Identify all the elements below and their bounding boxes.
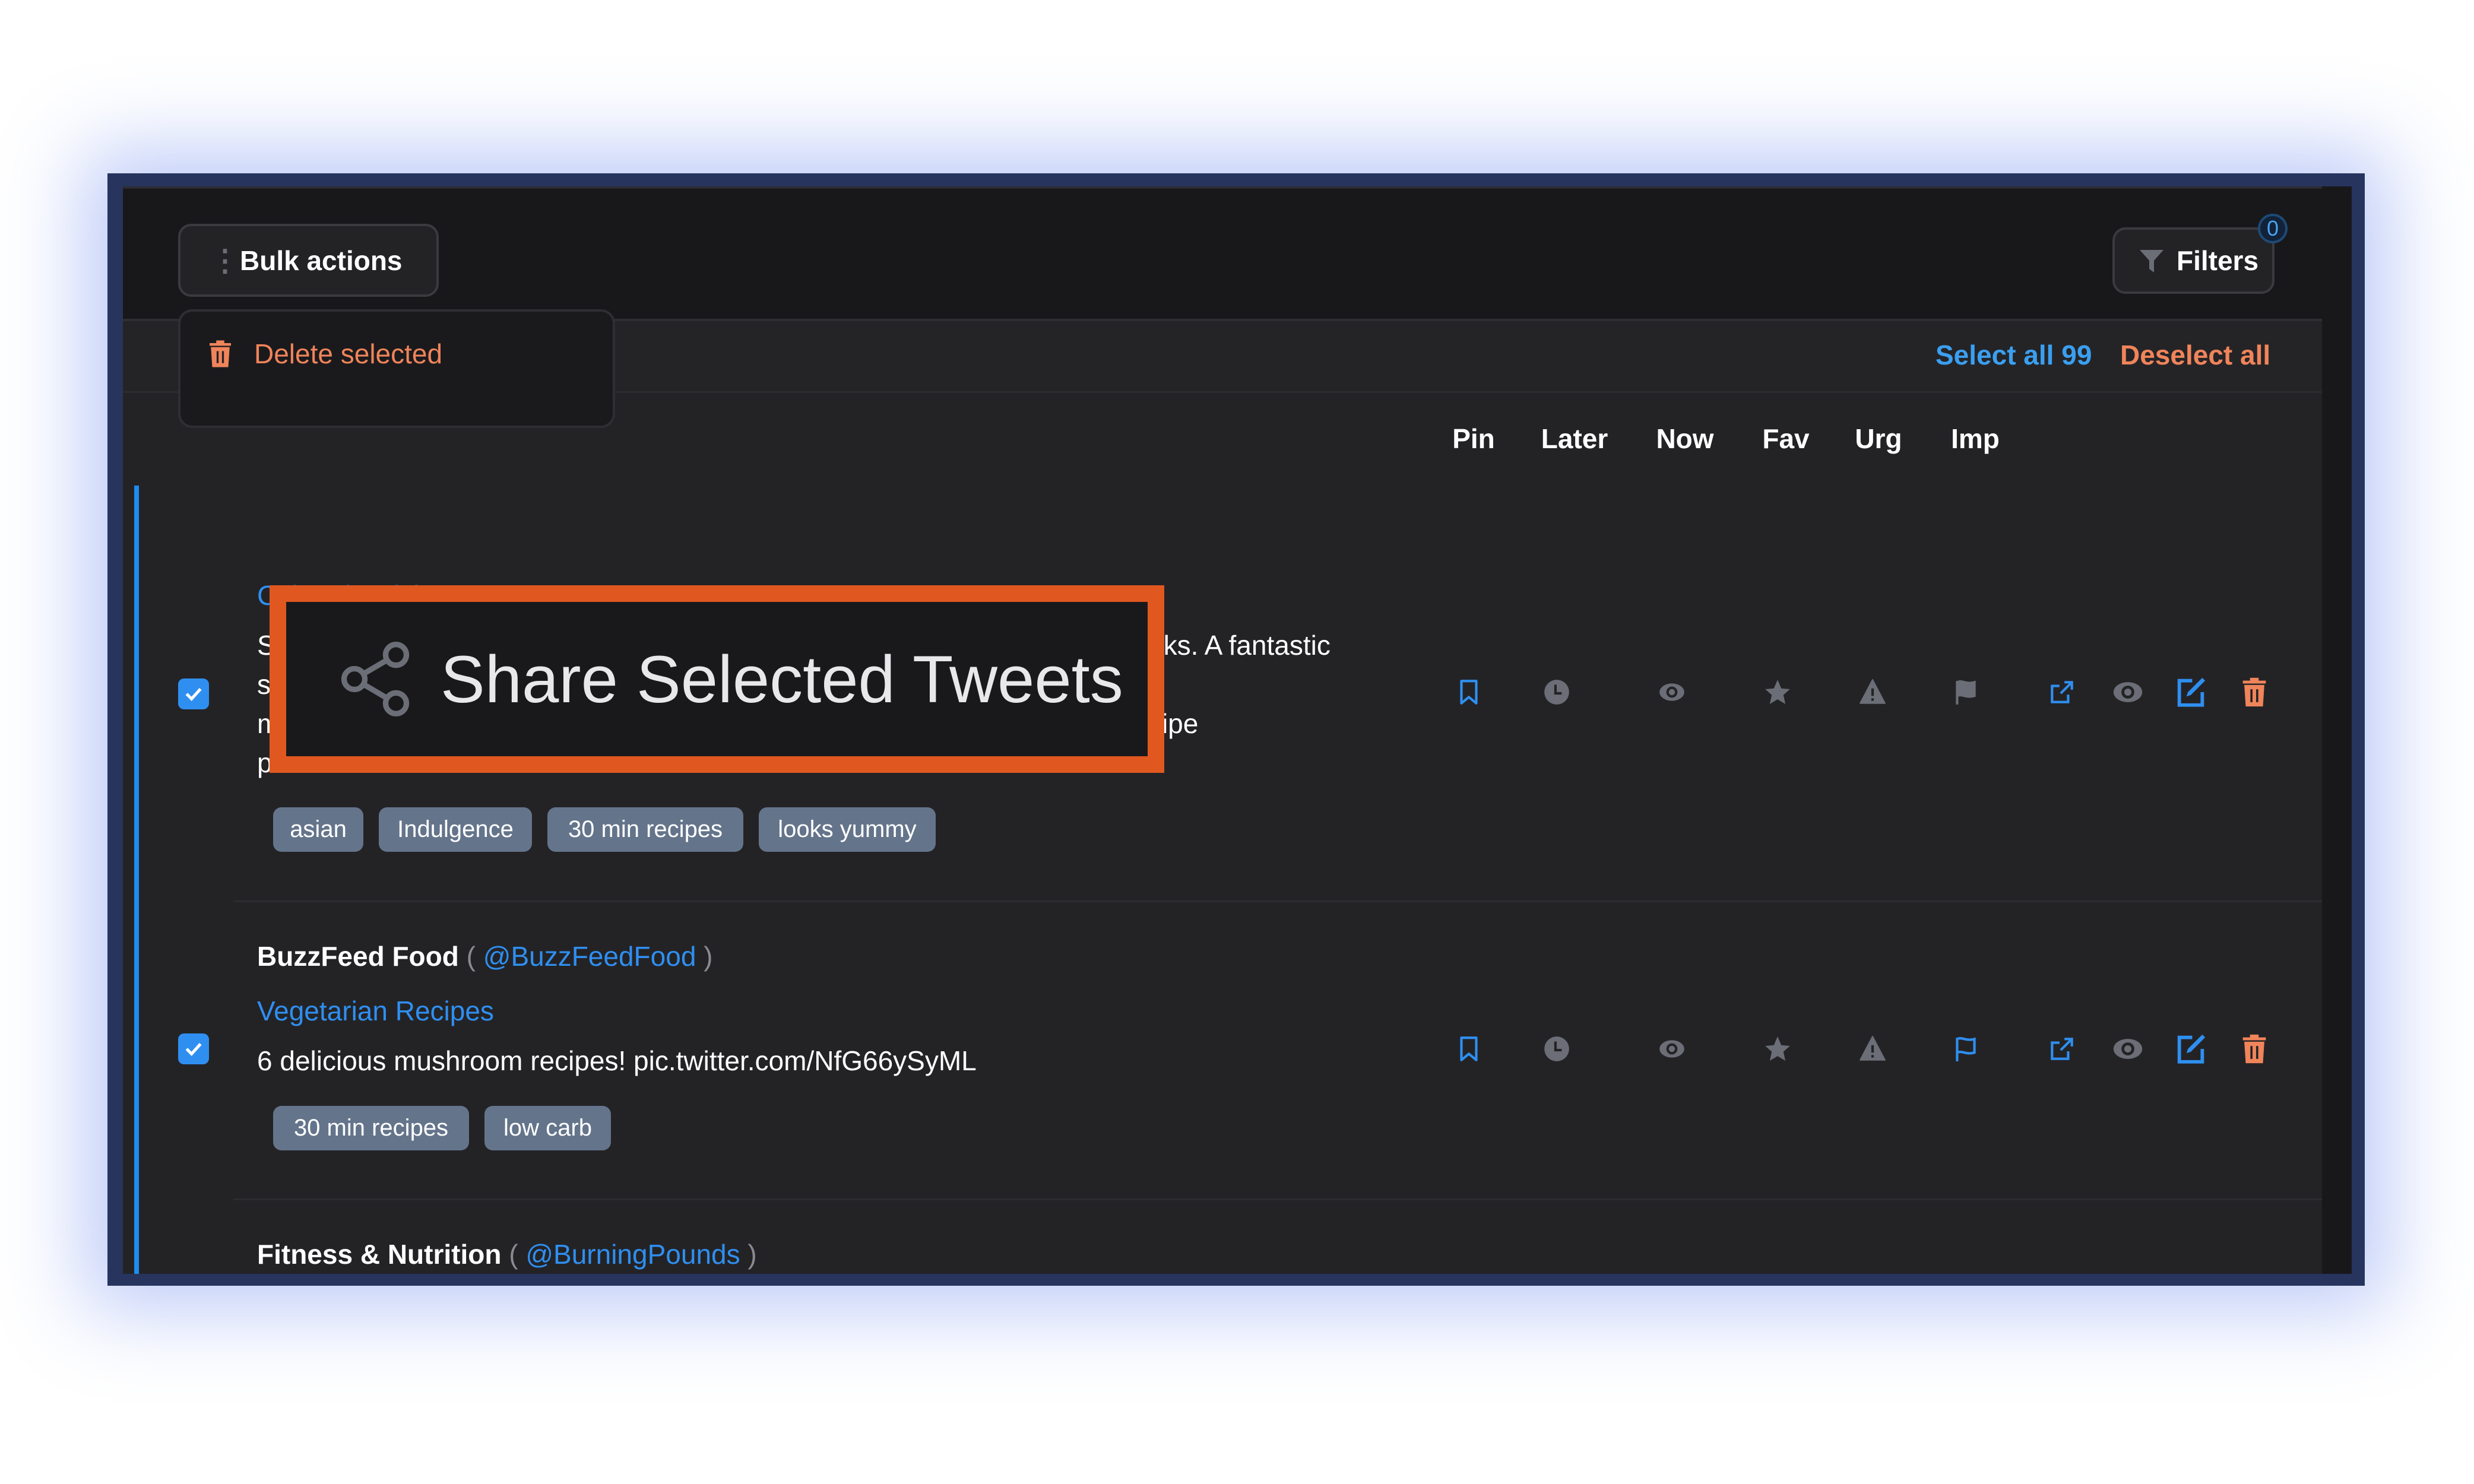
author-name: Fitness & Nutrition — [257, 1239, 502, 1270]
toolbar: ⋮ Bulk actions Filters 0 — [123, 186, 2322, 319]
star-icon[interactable] — [1763, 677, 1792, 707]
edit-icon[interactable] — [2174, 1032, 2208, 1066]
author-name: BuzzFeed Food — [257, 941, 459, 972]
scroll-edge — [2322, 186, 2352, 1274]
edit-icon[interactable] — [2174, 675, 2208, 709]
delete-selected-label: Delete selected — [254, 338, 443, 369]
share-icon — [334, 638, 417, 721]
column-later[interactable]: Later — [1541, 423, 1608, 455]
row-divider — [233, 900, 2322, 902]
external-link-icon[interactable] — [2047, 677, 2077, 707]
view-icon[interactable] — [2111, 675, 2145, 709]
paren: ) — [740, 1239, 757, 1270]
bulk-actions-label: Bulk actions — [240, 245, 403, 276]
tweet-text-line: 6 delicious mushroom recipes! pic.twitte… — [257, 1045, 977, 1076]
share-selected-label: Share Selected Tweets — [441, 642, 1123, 716]
filters-count-badge: 0 — [2258, 214, 2288, 243]
eye-icon[interactable] — [1657, 1034, 1687, 1064]
tweet-1-checkbox[interactable] — [178, 678, 209, 709]
trash-icon — [204, 335, 236, 372]
select-all-link[interactable]: Select all 99 — [1936, 339, 2092, 371]
column-imp[interactable]: Imp — [1951, 423, 2000, 455]
view-icon[interactable] — [2111, 1032, 2145, 1066]
filters-label: Filters — [2177, 245, 2259, 276]
author-handle[interactable]: @BurningPounds — [525, 1239, 740, 1270]
tweet-2-author: BuzzFeed Food ( @BuzzFeedFood ) — [257, 940, 713, 972]
bulk-actions-button[interactable]: ⋮ Bulk actions — [178, 224, 439, 297]
author-handle[interactable]: @BuzzFeedFood — [483, 941, 696, 972]
more-vertical-icon: ⋮ — [210, 243, 240, 277]
star-icon[interactable] — [1763, 1034, 1792, 1064]
flag-icon[interactable] — [1951, 1034, 1981, 1064]
external-link-icon[interactable] — [2047, 1034, 2077, 1064]
tweet-2-category[interactable]: Vegetarian Recipes — [257, 995, 494, 1027]
tag[interactable]: 30 min recipes — [547, 807, 743, 852]
tweet-3-author: Fitness & Nutrition ( @BurningPounds ) — [257, 1238, 757, 1270]
trash-icon[interactable] — [2237, 675, 2272, 709]
check-icon — [182, 1037, 205, 1061]
tweet-2-text: 6 delicious mushroom recipes! pic.twitte… — [257, 1041, 1445, 1080]
warning-icon[interactable] — [1858, 1034, 1887, 1064]
bookmark-icon[interactable] — [1454, 1034, 1484, 1064]
column-pin[interactable]: Pin — [1452, 423, 1495, 455]
paren: ( — [458, 941, 483, 972]
tag[interactable]: 30 min recipes — [273, 1106, 469, 1150]
filters-button[interactable]: Filters — [2112, 227, 2275, 294]
check-icon — [182, 682, 205, 706]
tag[interactable]: low carb — [484, 1106, 611, 1150]
clock-icon[interactable] — [1542, 677, 1572, 707]
share-selected-tweets-callout[interactable]: Share Selected Tweets — [270, 585, 1164, 773]
paren: ) — [696, 941, 713, 972]
selected-indicator-bar — [134, 486, 139, 1274]
trash-icon[interactable] — [2237, 1032, 2272, 1066]
tweet-2-checkbox[interactable] — [178, 1033, 209, 1064]
tag[interactable]: looks yummy — [759, 807, 936, 852]
eye-icon[interactable] — [1657, 677, 1687, 707]
column-now[interactable]: Now — [1656, 423, 1713, 455]
clock-icon[interactable] — [1542, 1034, 1572, 1064]
funnel-icon — [2137, 246, 2166, 275]
bookmark-icon[interactable] — [1454, 677, 1484, 707]
paren: ( — [501, 1239, 526, 1270]
bulk-actions-menu: Delete selected — [178, 309, 615, 428]
menu-item-delete-selected[interactable]: Delete selected — [204, 335, 442, 372]
tag[interactable]: asian — [273, 807, 363, 852]
column-fav[interactable]: Fav — [1762, 423, 1809, 455]
tweet-manager-panel: ⋮ Bulk actions Filters 0 Select all 99 D… — [123, 186, 2322, 1274]
flag-icon[interactable] — [1951, 677, 1981, 707]
column-urg[interactable]: Urg — [1855, 423, 1902, 455]
warning-icon[interactable] — [1858, 677, 1887, 707]
tag[interactable]: Indulgence — [379, 807, 532, 852]
row-divider — [233, 1198, 2322, 1200]
deselect-all-link[interactable]: Deselect all — [2120, 339, 2270, 371]
